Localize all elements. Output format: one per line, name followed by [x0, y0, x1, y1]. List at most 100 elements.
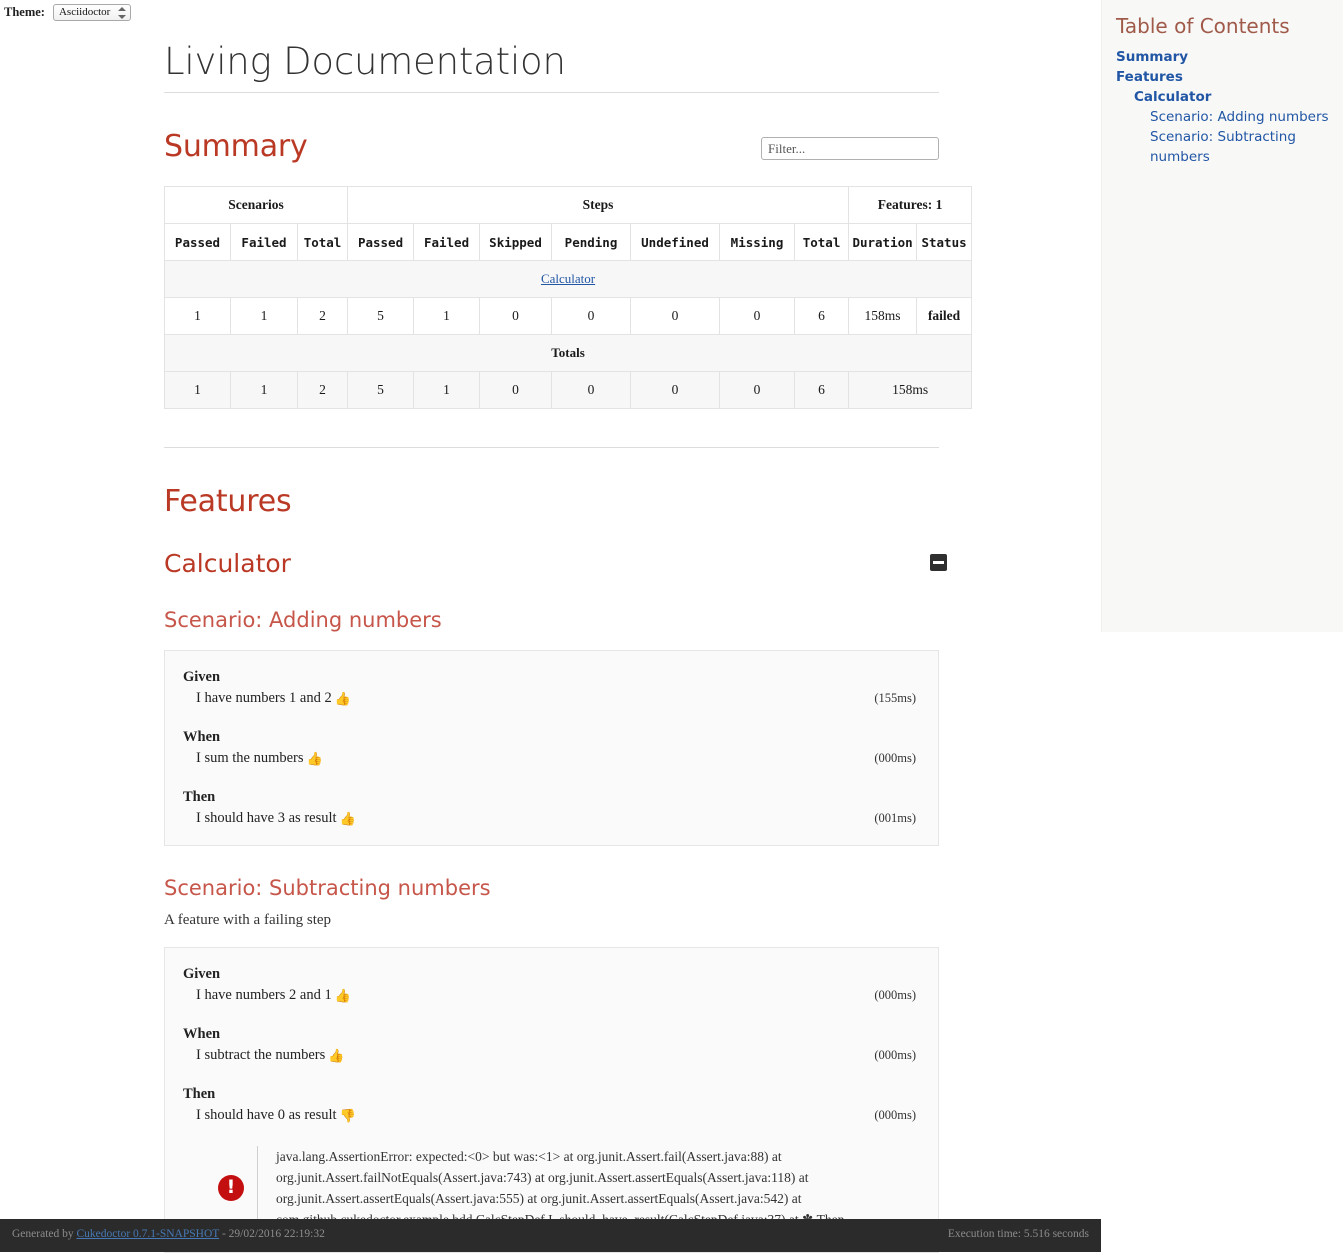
col-scenarios-total: Total: [296, 223, 349, 261]
table-of-contents: Table of Contents Summary Features Calcu…: [1101, 0, 1343, 632]
step-text: I subtract the numbers: [196, 1047, 326, 1063]
step-line: I should have 0 as result 👎 (000ms): [183, 1106, 916, 1124]
toc-link[interactable]: Scenario: Adding numbers: [1116, 107, 1343, 127]
features-heading: Features: [164, 484, 292, 519]
step-keyword: Given: [183, 669, 221, 685]
error-admonition: ! java.lang.AssertionError: expected:<0>…: [205, 1146, 916, 1230]
filter-input[interactable]: [761, 137, 939, 160]
step-line: I have numbers 1 and 2 👍 (155ms): [183, 689, 916, 707]
toc-link[interactable]: Scenario: Subtracting numbers: [1116, 127, 1343, 167]
toc-link[interactable]: Summary: [1116, 47, 1343, 67]
col-steps-failed: Failed: [413, 223, 481, 261]
scenario-description: A feature with a failing step: [164, 912, 332, 928]
cukedoctor-link[interactable]: Cukedoctor 0.7.1-SNAPSHOT: [77, 1228, 220, 1240]
footer-execution-time: Execution time: 5.516 seconds: [947, 1228, 1089, 1240]
theme-select[interactable]: Asciidoctor: [52, 3, 131, 21]
cell-steps-pending: 0: [551, 297, 632, 335]
toc-title: Table of Contents: [1116, 14, 1290, 38]
col-steps-skipped: Skipped: [479, 223, 553, 261]
toc-link[interactable]: Features: [1116, 67, 1343, 87]
total-scenarios-failed: 1: [230, 371, 298, 409]
totals-row: 1 1 2 5 1 0 0 0 0 6 158ms: [164, 371, 973, 409]
toc-item-scenario-adding[interactable]: Scenario: Adding numbers: [1116, 107, 1343, 127]
cell-steps-total: 6: [794, 297, 850, 335]
total-steps-pending: 0: [551, 371, 632, 409]
summary-table: Scenarios Steps Features: 1 Passed Faile…: [163, 186, 973, 409]
totals-label-cell: Totals: [163, 334, 973, 372]
total-steps-passed: 5: [347, 371, 415, 409]
step-duration: (000ms): [874, 988, 916, 1002]
step-duration: (000ms): [874, 1108, 916, 1122]
toc-item-scenario-subtracting[interactable]: Scenario: Subtracting numbers: [1116, 127, 1343, 167]
group-header-steps: Steps: [347, 186, 850, 224]
steps-box-subtracting: Given I have numbers 2 and 1 👍 (000ms) Wh…: [164, 947, 939, 1253]
step-then: Then I should have 0 as result 👎 (000ms): [183, 1086, 916, 1124]
step-when: When I subtract the numbers 👍 (000ms): [183, 1026, 916, 1064]
theme-bar: Theme: Asciidoctor: [0, 0, 131, 22]
feature-heading-calculator: Calculator: [164, 549, 947, 578]
step-keyword: Then: [183, 789, 216, 805]
toc-item-features[interactable]: Features: [1116, 67, 1343, 87]
scenario-title-subtracting: Scenario: Subtracting numbers: [164, 876, 491, 900]
total-steps-missing: 0: [719, 371, 796, 409]
step-line: I subtract the numbers 👍 (000ms): [183, 1046, 916, 1064]
step-duration: (001ms): [874, 811, 916, 825]
step-text: I have numbers 2 and 1: [196, 987, 332, 1003]
step-text: I sum the numbers: [196, 750, 304, 766]
step-line: I sum the numbers 👍 (000ms): [183, 749, 916, 767]
col-scenarios-failed: Failed: [230, 223, 298, 261]
page-title: Living Documentation: [164, 40, 939, 93]
theme-label: Theme:: [4, 4, 45, 19]
step-line: I have numbers 2 and 1 👍 (000ms): [183, 986, 916, 1004]
feature-link[interactable]: Calculator: [541, 271, 595, 286]
error-icon-cell: !: [205, 1175, 257, 1201]
col-scenarios-passed: Passed: [164, 223, 231, 261]
col-duration: Duration: [848, 223, 918, 261]
step-given: Given I have numbers 2 and 1 👍 (000ms): [183, 966, 916, 1004]
toc-link[interactable]: Calculator: [1116, 87, 1343, 107]
total-steps-total: 6: [794, 371, 850, 409]
step-text: I should have 0 as result: [196, 1107, 337, 1123]
toc-list: Summary Features Calculator Scenario: Ad…: [1116, 47, 1343, 167]
feature-heading-label: Calculator: [164, 549, 291, 578]
collapse-toggle-icon[interactable]: [930, 554, 947, 571]
thumb-up-icon: 👍: [334, 691, 351, 706]
filter-wrapper: [761, 137, 939, 160]
col-steps-passed: Passed: [347, 223, 415, 261]
table-row: 1 1 2 5 1 0 0 0 0 6 158ms failed: [164, 297, 973, 335]
summary-section-header: Summary: [164, 129, 939, 164]
toc-item-calculator[interactable]: Calculator: [1116, 87, 1343, 107]
step-duration: (000ms): [874, 1048, 916, 1062]
spinner-arrows-icon[interactable]: [117, 6, 127, 20]
footer-generated-by: Generated by Cukedoctor 0.7.1-SNAPSHOT -…: [12, 1228, 325, 1240]
thumb-up-icon: 👍: [306, 751, 323, 766]
step-line: I should have 3 as result 👍 (001ms): [183, 809, 916, 827]
step-keyword: Given: [183, 966, 221, 982]
footer-prefix: Generated by: [12, 1228, 77, 1240]
cell-scenarios-passed: 1: [164, 297, 231, 335]
step-duration: (155ms): [874, 691, 916, 705]
step-text: I should have 3 as result: [196, 810, 337, 826]
cell-steps-missing: 0: [719, 297, 796, 335]
error-icon: !: [218, 1175, 244, 1201]
cell-steps-failed: 1: [413, 297, 481, 335]
table-group-header-row: Scenarios Steps Features: 1: [163, 186, 973, 224]
steps-box-adding: Given I have numbers 1 and 2 👍 (155ms) Wh…: [164, 650, 939, 846]
footer-suffix: - 29/02/2016 22:19:32: [219, 1228, 325, 1240]
status-badge: failed: [916, 297, 973, 335]
cell-scenarios-total: 2: [296, 297, 349, 335]
total-duration: 158ms: [848, 371, 973, 409]
step-keyword: Then: [183, 1086, 216, 1102]
feature-name-cell[interactable]: Calculator: [163, 260, 973, 298]
section-divider: [164, 447, 939, 448]
step-then: Then I should have 3 as result 👍 (001ms): [183, 789, 916, 827]
error-message: java.lang.AssertionError: expected:<0> b…: [257, 1146, 891, 1230]
group-header-features: Features: 1: [848, 186, 973, 224]
cell-steps-undefined: 0: [630, 297, 721, 335]
col-steps-pending: Pending: [551, 223, 632, 261]
toc-item-summary[interactable]: Summary: [1116, 47, 1343, 67]
scenario-title-adding: Scenario: Adding numbers: [164, 608, 442, 632]
group-header-scenarios: Scenarios: [163, 186, 349, 224]
thumb-up-icon: 👍: [339, 811, 356, 826]
totals-label-row: Totals: [163, 334, 973, 372]
